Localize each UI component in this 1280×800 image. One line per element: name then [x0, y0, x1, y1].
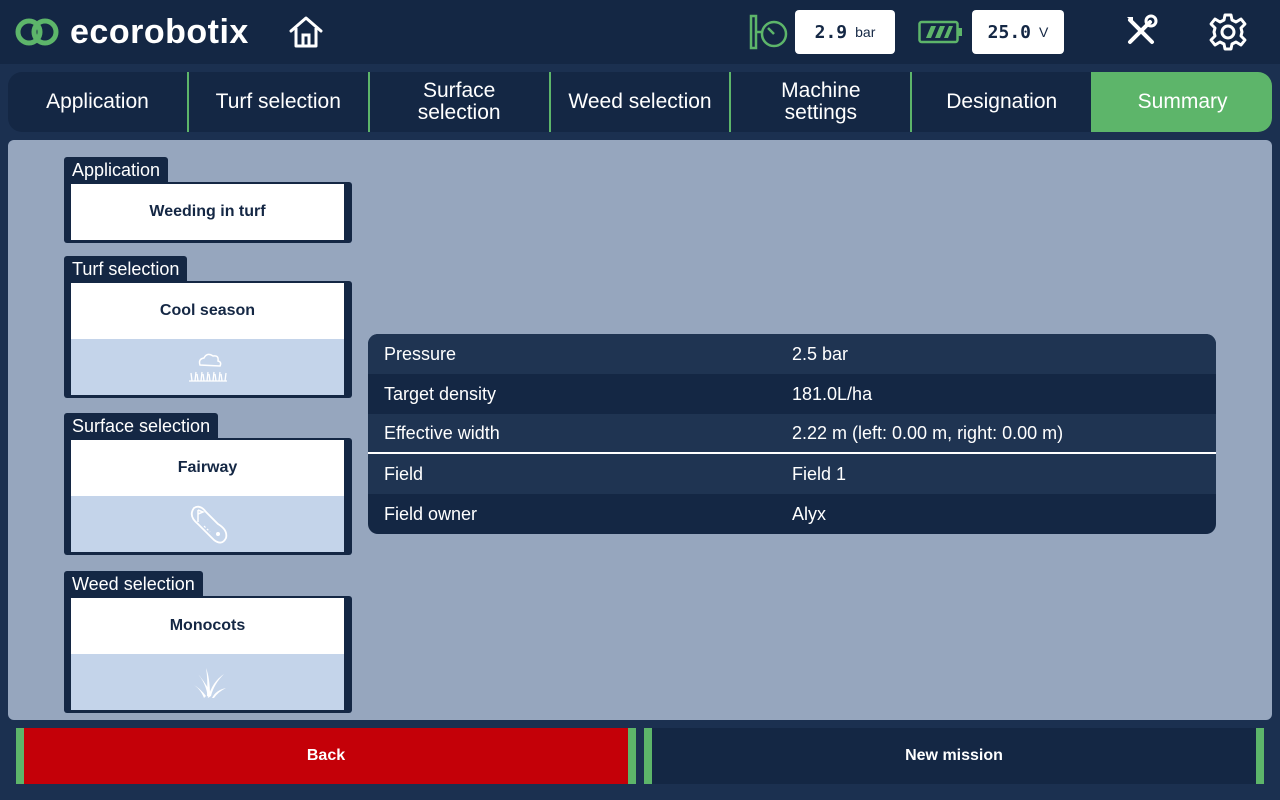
pressure-value: 2.9 — [814, 21, 848, 43]
gear-icon[interactable] — [1208, 12, 1248, 52]
card-box: Cool season — [64, 281, 352, 398]
card-box: Monocots — [64, 596, 352, 713]
tab-weed-selection[interactable]: Weed selection — [551, 72, 732, 132]
back-button-label: Back — [306, 747, 346, 764]
cloud-grass-icon — [188, 353, 227, 382]
row-key: Effective width — [384, 422, 500, 443]
tab-label: Surface selection — [417, 79, 501, 124]
brand-name: ecorobotix — [70, 13, 249, 51]
card-value: Fairway — [71, 440, 344, 496]
row-value: Field 1 — [792, 463, 847, 484]
card-weed-selection: Weed selection Monocots — [64, 571, 352, 713]
row-value: 2.5 bar — [792, 343, 849, 364]
card-label: Surface selection — [64, 413, 219, 438]
tab-label: Turf selection — [215, 90, 341, 113]
brand-logo: ecorobotix — [14, 12, 249, 52]
tab-designation[interactable]: Designation — [912, 72, 1094, 132]
new-mission-button[interactable]: New mission — [644, 728, 1264, 784]
table-row: Field Field 1 — [368, 454, 1216, 494]
card-application: Application Weeding in turf — [64, 157, 352, 243]
home-icon[interactable] — [286, 12, 326, 52]
tab-turf-selection[interactable]: Turf selection — [189, 72, 370, 132]
row-value: Alyx — [792, 503, 827, 524]
card-box: Weeding in turf — [64, 182, 352, 243]
tools-icon[interactable] — [1122, 12, 1160, 50]
battery-icon — [918, 20, 962, 44]
tab-application[interactable]: Application — [8, 72, 189, 132]
table-row: Field owner Alyx — [368, 494, 1216, 534]
card-turf-selection: Turf selection Cool season — [64, 256, 352, 398]
card-image — [71, 654, 344, 710]
voltage-unit: V — [1039, 24, 1049, 40]
tab-label: Designation — [946, 90, 1058, 113]
pressure-readout: 2.9 bar — [795, 10, 895, 54]
tab-label: Machine settings — [781, 79, 861, 124]
tab-label: Summary — [1137, 90, 1228, 113]
row-value: 2.22 m (left: 0.00 m, right: 0.00 m) — [792, 422, 1064, 443]
voltage-readout: 25.0 V — [972, 10, 1064, 54]
row-value: 181.0L/ha — [792, 383, 873, 404]
top-bar: ecorobotix 2.9 bar 25.0 V — [0, 0, 1280, 64]
card-image — [71, 496, 344, 552]
row-key: Field owner — [384, 503, 478, 524]
tab-label: Weed selection — [568, 90, 712, 113]
ecorobotix-logo-icon — [15, 18, 59, 46]
tab-surface-selection[interactable]: Surface selection — [370, 72, 551, 132]
card-value: Monocots — [71, 598, 344, 654]
table-row: Target density 181.0L/ha — [368, 374, 1216, 414]
card-label: Turf selection — [64, 256, 188, 281]
workflow-tabs: Application Turf selection Surface selec… — [8, 72, 1272, 132]
row-key: Pressure — [384, 343, 457, 364]
voltage-value: 25.0 — [987, 21, 1031, 43]
row-key: Field — [384, 463, 424, 484]
card-value: Weeding in turf — [71, 184, 344, 240]
card-image — [71, 339, 344, 395]
back-button[interactable]: Back — [16, 728, 636, 784]
card-surface-selection: Surface selection Fairway — [64, 413, 352, 555]
monocot-icon — [191, 668, 226, 698]
pressure-unit: bar — [855, 24, 876, 40]
table-row: Effective width 2.22 m (left: 0.00 m, ri… — [368, 414, 1216, 452]
table-row: Pressure 2.5 bar — [368, 334, 1216, 374]
pressure-gauge-icon — [749, 14, 788, 50]
tab-machine-settings[interactable]: Machine settings — [731, 72, 913, 132]
summary-table: Pressure 2.5 bar Target density 181.0L/h… — [368, 334, 1216, 534]
fairway-icon — [190, 505, 227, 544]
card-value: Cool season — [71, 283, 344, 339]
tab-summary[interactable]: Summary — [1093, 72, 1272, 132]
card-box: Fairway — [64, 438, 352, 555]
card-label: Application — [64, 157, 169, 182]
tab-label: Application — [46, 90, 149, 113]
new-mission-button-label: New mission — [905, 747, 1003, 764]
row-key: Target density — [384, 383, 497, 404]
card-label: Weed selection — [64, 571, 203, 596]
